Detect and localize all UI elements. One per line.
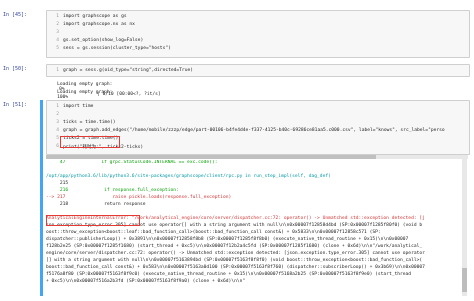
- line-number: 4: [56, 38, 59, 43]
- traceback-line: f5176a8f80 (SP:0x00007f5163f8f9c0) (exec…: [46, 272, 412, 277]
- cell-50[interactable]: In [50]: 1 graph = sess.g(oid_type="stri…: [0, 62, 474, 111]
- cell-prompt: In [51]:: [3, 102, 28, 108]
- cell-prompt: In [50]:: [3, 66, 28, 72]
- selected-cell-indicator: [40, 100, 43, 296]
- traceback-line: /opt/app/python3.6/lib/python3.6/site-pa…: [46, 174, 331, 179]
- vertical-scroll-thumb[interactable]: [462, 268, 467, 292]
- code-line: gs.set_option(show_log=False): [63, 38, 144, 43]
- highlight-box-print: [60, 136, 120, 148]
- line-number: 1: [56, 104, 59, 109]
- traceback-line: oost::throw_exception<boost::leaf::bad_f…: [46, 230, 381, 235]
- highlight-box-error: [46, 215, 140, 226]
- traceback-line: 216 if response.full_exception:: [46, 188, 179, 193]
- code-input[interactable]: 1 import graphscope as gs 2 import graph…: [46, 10, 470, 58]
- cell-45[interactable]: In [45]: 1 import graphscope as gs 2 imp…: [0, 8, 474, 60]
- traceback-line: --> 217 raise pickle.loads(response.full…: [46, 195, 232, 200]
- line-number: 6: [56, 144, 59, 149]
- line-number: 4: [56, 128, 59, 133]
- cell-prompt: In [45]:: [3, 12, 28, 18]
- line-number: 5: [56, 136, 59, 141]
- line-number: 5: [56, 46, 59, 51]
- code-line: import graphscope as gs: [63, 14, 127, 19]
- line-number: 1: [56, 68, 59, 73]
- line-number: 3: [56, 120, 59, 125]
- traceback-line: 215: [46, 181, 69, 186]
- line-number: 3: [56, 30, 59, 35]
- code-line: graph = graph.add_edges("/home/mobile/zz…: [63, 128, 445, 133]
- code-line: import time: [63, 104, 94, 109]
- traceback-line: + 0xc5)\n\n0x00007f516a2b3fd (SP:0x00007…: [46, 279, 246, 284]
- traceback-line: [] with a string argument with null\n\n0…: [46, 258, 423, 263]
- traceback-line: engine/core/server/dispatcher.cc:72: ope…: [46, 251, 425, 256]
- traceback-line: dispatcher::publisherLoop() + 0x3891\n\n…: [46, 237, 409, 242]
- code-line: import graphscope.nx as nx: [63, 22, 135, 27]
- cell-51[interactable]: In [51]: 1 import time 2 3 ticks = time.…: [0, 98, 474, 298]
- traceback-line: 47 if grpc.StatusCode.INTERNAL == exc.co…: [46, 160, 218, 165]
- traceback-output: 47 if grpc.StatusCode.INTERNAL == exc.co…: [46, 160, 466, 296]
- horizontal-scrollbar[interactable]: [46, 155, 468, 159]
- traceback-line: f128b2e25 (SP:0x00007f1285f1680) (start_…: [46, 244, 423, 249]
- code-line: sess = gs.session(cluster_type="hosts"): [63, 46, 171, 51]
- traceback-line: boost::bad_function_call const&) + 0x583…: [46, 265, 425, 270]
- line-number: 2: [56, 112, 59, 117]
- code-line: ticks = time.time(): [63, 120, 116, 125]
- output-vertical-scrollbar[interactable]: [462, 156, 467, 296]
- horizontal-scroll-thumb[interactable]: [46, 155, 376, 159]
- line-number: 2: [56, 22, 59, 27]
- line-number: 1: [56, 14, 59, 19]
- traceback-line: 218 return response: [46, 202, 146, 207]
- code-input[interactable]: 1 graph = sess.g(oid_type="string",direc…: [46, 64, 470, 77]
- code-line: graph = sess.g(oid_type="string",directe…: [63, 68, 193, 73]
